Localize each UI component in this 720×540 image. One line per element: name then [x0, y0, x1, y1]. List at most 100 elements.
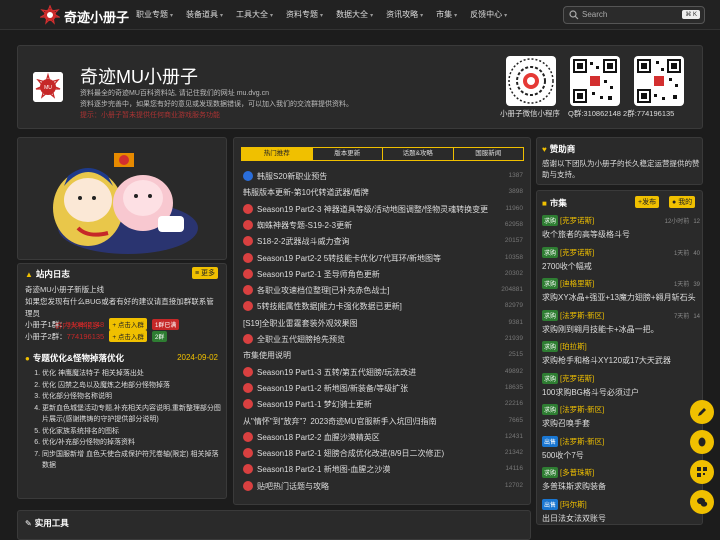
cart-icon: ■: [542, 198, 547, 208]
market-time: 1天前: [673, 282, 690, 288]
market-item[interactable]: 出售 [玛尔斯] 出日法女法双账号: [542, 498, 702, 524]
more-button[interactable]: ≡ 更多: [191, 267, 218, 279]
market-server: [多普珠斯]: [560, 468, 595, 477]
feed-item-views: 12431: [504, 432, 523, 440]
market-server: [克罗诺斯]: [560, 247, 595, 257]
my-listings-button[interactable]: ● 我的: [669, 196, 696, 208]
site-brand[interactable]: 奇迹小册子: [64, 7, 129, 26]
feed-item[interactable]: Season18 Part2-1 新地图-血腥之沙漠 14116: [243, 462, 523, 476]
fire-icon: [243, 366, 253, 377]
search-input[interactable]: Search ⌘ K: [563, 6, 705, 24]
nav-item-data[interactable]: 数据大全 ▾: [336, 9, 373, 20]
group-2-badge: 2群: [152, 331, 168, 342]
nav-item-tools[interactable]: 工具大全 ▾: [236, 9, 273, 20]
sponsor-panel: ♥ 赞助商 感谢以下团队为小册子的长久稳定运营提供的赞助与支持。: [536, 137, 703, 185]
tools-title: 实用工具: [34, 518, 69, 528]
feed-item[interactable]: 韩服S20新职业预告 1387: [243, 169, 523, 183]
feed-item[interactable]: 从"情怀"到"放弃"？2023奇迹MU官服新手入坑回归指南 7665: [243, 414, 523, 428]
market-title: 市集: [549, 198, 567, 208]
market-item[interactable]: 求购 [迪格里斯] 1天前 39 求购XY冰晶+强亚+13魔力翅膀+翱月斩石头: [542, 278, 702, 303]
market-meta: 1天前 39: [674, 279, 700, 288]
market-views: 12: [693, 219, 700, 225]
market-item[interactable]: 求购 [法罗斯-新区] 求购召唤手套: [542, 404, 702, 429]
tab-version[interactable]: 版本更新: [313, 148, 383, 160]
feed-item[interactable]: [S19]全职业雷霆套装外观效果图 9381: [243, 316, 523, 330]
publish-button[interactable]: +发布: [635, 196, 660, 208]
feed-item[interactable]: 市集使用说明 2515: [243, 348, 523, 362]
heart-icon: ♥: [542, 144, 547, 154]
feed-item-views: 82979: [504, 302, 523, 310]
market-server: [玛尔斯]: [560, 499, 587, 509]
chevron-down-icon: ▾: [270, 13, 274, 19]
feed-item[interactable]: S18-2-2武器战斗威力查询 20157: [243, 234, 523, 248]
nav-item-feedback[interactable]: 反馈中心 ▾: [470, 9, 507, 20]
feed-item-title: Season18 Part2-2 血腥沙漠精英区: [257, 432, 380, 442]
nav-item-topics[interactable]: 资料专题 ▾: [286, 9, 323, 20]
feed-item[interactable]: 5转技能属性数据[能力卡强化数据已更新] 82979: [243, 299, 523, 313]
feed-item-title: 市集使用说明: [243, 351, 291, 361]
market-time: 7天前: [673, 313, 690, 320]
fire-icon: [243, 285, 253, 296]
market-meta: 7天前 14: [674, 311, 700, 320]
qq-icon[interactable]: [690, 430, 714, 454]
feed-item[interactable]: 贴吧热门话题与攻略 12702: [243, 479, 523, 493]
market-description: 500收个7号: [542, 450, 584, 460]
market-server: [迪格里斯]: [560, 279, 595, 288]
market-item[interactable]: 求购 [珀拉斯] 求购枪手和格斗XY120或17大天武器: [542, 341, 702, 366]
feed-item-views: 12702: [504, 481, 523, 489]
feed-item[interactable]: Season19 Part2-3 神器道具等级/活动地图调整/怪物灵魂转换变更 1…: [243, 202, 523, 216]
news-feed: 热门推荐 版本更新 话题&攻略 国服新闻 韩服S20新职业预告 1387 韩服版本更…: [233, 137, 531, 505]
join-group-1-button[interactable]: + 点击入群: [109, 318, 147, 330]
update-item: 优化部分怪物名称说明: [42, 391, 222, 403]
feed-item[interactable]: Season19 Part2-2 5转技能卡优化/7代耳环/新地图等 10358: [243, 251, 523, 265]
fire-icon: [243, 464, 253, 475]
nav-item-news[interactable]: 资讯攻略 ▾: [386, 9, 423, 20]
feed-item[interactable]: Season18 Part2-2 血腥沙漠精英区 12431: [243, 430, 523, 444]
nav-item-market[interactable]: 市集 ▾: [436, 9, 457, 20]
tab-hot[interactable]: 热门推荐: [242, 148, 313, 160]
join-group-2-button[interactable]: + 点击入群: [109, 330, 147, 342]
feed-item-title: 韩服版本更新-第10代转道武器/盾牌: [243, 188, 369, 198]
market-description: 求购枪手和格斗XY120或17大天武器: [542, 356, 671, 365]
feed-item-views: 1387: [508, 172, 523, 179]
feed-item[interactable]: 韩服版本更新-第10代转道武器/盾牌 3898: [243, 185, 523, 199]
market-item[interactable]: 求购 [法罗斯-新区] 7天前 14 求购刚到翱月技能卡+冰晶一把。: [542, 309, 702, 335]
tab-topics[interactable]: 话题&攻略: [383, 148, 454, 160]
market-item[interactable]: 求购 [多普珠斯] 多普珠斯求购装备: [542, 467, 702, 492]
site-log-title: 站内日志: [35, 269, 70, 279]
market-item[interactable]: 出售 [法罗斯-新区] 500收个7号: [542, 435, 702, 461]
search-placeholder: Search: [582, 10, 608, 19]
feed-item[interactable]: Season19 Part2-1 圣导师角色更新 20302: [243, 267, 523, 281]
sponsor-title: 赞助商: [549, 144, 576, 154]
fire-icon: [243, 382, 253, 393]
site-logo-icon[interactable]: [40, 5, 60, 25]
tab-cn-news[interactable]: 国服新闻: [454, 148, 524, 160]
market-type-badge: 求购: [542, 341, 559, 352]
market-item[interactable]: 求购 [克罗诺斯] 1天前 40 2700收个幅戒: [542, 246, 702, 272]
feed-item[interactable]: 蜘蛛神器专题-S19-2-3更新 62958: [243, 218, 523, 232]
hero-banner: MU 奇迹MU小册子 资料最全的奇迹MU百科资料站, 请记住我们的网址 mu.d…: [17, 45, 703, 129]
market-type-badge: 出售: [542, 435, 559, 447]
feed-item[interactable]: 全职业五代翅膀抢先预览 21939: [243, 332, 523, 346]
feed-item-views: 7665: [508, 416, 523, 424]
nav-item-career[interactable]: 职业专题 ▾: [136, 9, 173, 20]
wechat-icon[interactable]: [690, 490, 714, 514]
feed-item[interactable]: 各职业攻速档位整理[已补充赤色战士] 204881: [243, 283, 523, 297]
market-views: 39: [693, 282, 700, 288]
qrcode-icon[interactable]: [690, 460, 714, 484]
bullet-icon: ●: [25, 353, 30, 363]
feed-item[interactable]: Season19 Part1-3 五转/第五代翅膀/玩法改进 49892: [243, 365, 523, 379]
edit-icon[interactable]: [690, 400, 714, 424]
market-item[interactable]: 求购 [克罗诺斯] 12小时前 12 收个旅者的高等级格斗号: [542, 215, 702, 240]
hero-notice: 提示：小册子暂未提供任何商业游戏服务功能: [80, 112, 220, 119]
feed-item-views: 9381: [508, 318, 523, 326]
page-title: 奇迹MU小册子: [80, 67, 198, 87]
feed-item[interactable]: Season18 Part2-1 翅膀合成优化改进(8/9日二次修正) 21342: [243, 446, 523, 460]
feed-item-views: 2515: [508, 351, 523, 359]
market-item[interactable]: 求购 [克罗诺斯] 100求购BG格斗号必须过户: [542, 372, 702, 398]
feed-item[interactable]: Season19 Part1-1 梦幻骑士更新 22216: [243, 397, 523, 411]
feed-item[interactable]: Season19 Part1-2 新地图/新装备/等级扩张 18635: [243, 381, 523, 395]
feed-item-title: 全职业五代翅膀抢先预览: [257, 335, 345, 344]
nav-item-equipment[interactable]: 装备道具 ▾: [186, 9, 223, 20]
market-time: 1天前: [673, 250, 690, 257]
